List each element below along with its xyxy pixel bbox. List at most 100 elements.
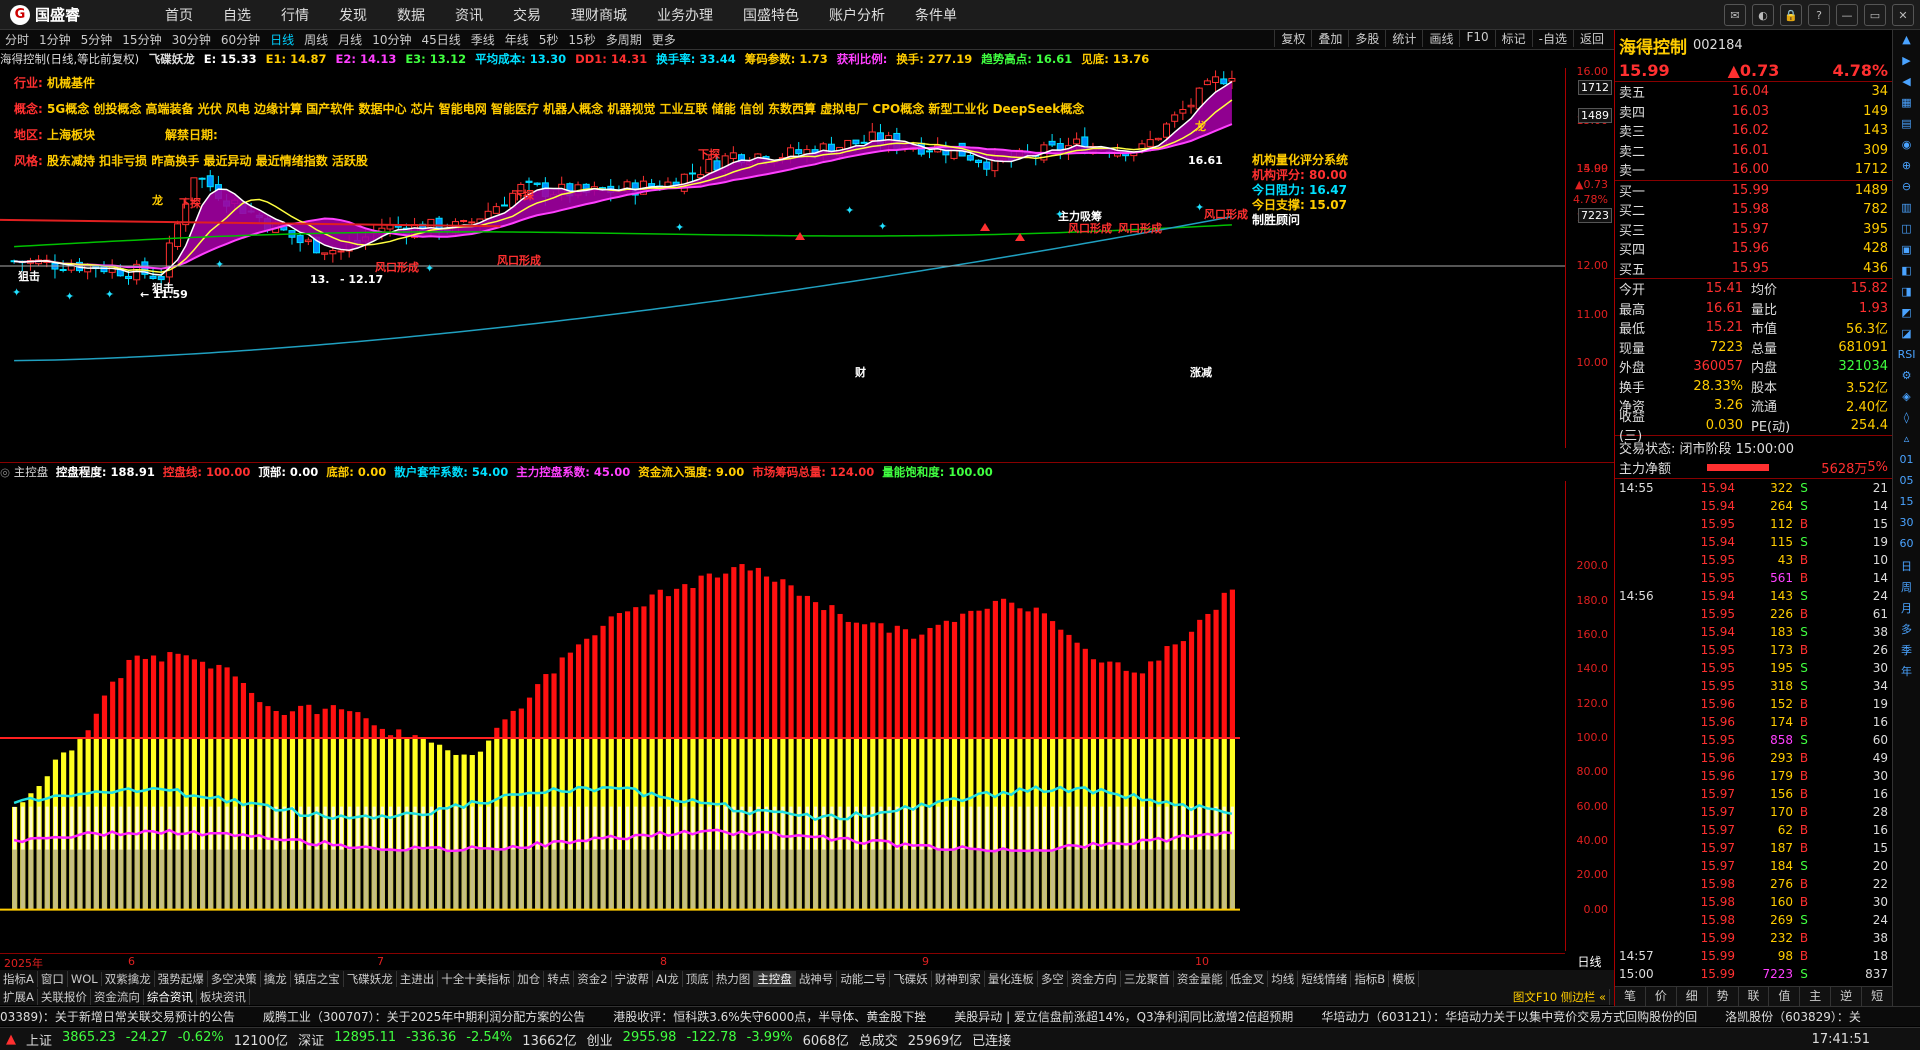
panel-tab[interactable]: 短 <box>1862 987 1894 1006</box>
indicator-tab[interactable]: 多空决策 <box>208 971 261 987</box>
indicator-tab[interactable]: 指标A <box>0 971 38 987</box>
side-tool-icon[interactable]: ▤ <box>1897 117 1917 135</box>
side-tool-icon[interactable]: ◀ <box>1897 75 1917 93</box>
indicator-tab[interactable]: 模板 <box>1389 971 1420 987</box>
side-tool-icon[interactable]: ◈ <box>1897 390 1917 408</box>
news-item[interactable]: 03389)：关于新增日常关联交易预计的公告 <box>0 1008 263 1025</box>
period-tab[interactable]: 周线 <box>299 31 333 48</box>
info-tab[interactable]: 扩展A <box>0 988 38 1005</box>
bid-row[interactable]: 买四 15.96 428 <box>1619 239 1888 259</box>
indicator-tab[interactable]: 多空 <box>1038 971 1068 987</box>
chart-button[interactable]: 标记 <box>1494 30 1532 47</box>
side-tool-icon[interactable]: 05 <box>1897 474 1917 492</box>
indicator-tab[interactable]: 资金2 <box>574 971 612 987</box>
side-tool-icon[interactable]: ▶ <box>1897 54 1917 72</box>
news-item[interactable]: 华培动力（603121）：华培动力关于以集中竞价交易方式回购股份的回 <box>1321 1008 1725 1025</box>
indicator-tab[interactable]: 镇店之宝 <box>291 971 344 987</box>
indicator-tab[interactable]: 三龙聚首 <box>1121 971 1174 987</box>
tick-list[interactable]: 14:55 15.94 322 S 21 15.94 264 S 14 15.95 112 B 15 15… <box>1615 479 1892 983</box>
indicator-tab[interactable]: 资金方向 <box>1068 971 1121 987</box>
help-icon[interactable]: ? <box>1808 4 1830 26</box>
period-tab[interactable]: 10分钟 <box>367 31 416 48</box>
period-tab[interactable]: 45日线 <box>416 31 465 48</box>
side-tool-icon[interactable]: 多 <box>1897 621 1917 639</box>
menu-item[interactable]: 首页 <box>150 5 208 25</box>
menu-item[interactable]: 账户分析 <box>814 5 900 25</box>
minimize-icon[interactable]: — <box>1836 4 1858 26</box>
indicator-tab[interactable]: 财神到家 <box>932 971 985 987</box>
period-tab[interactable]: 30分钟 <box>167 31 216 48</box>
chart-button[interactable]: F10 <box>1459 30 1494 47</box>
message-icon[interactable]: ✉ <box>1724 4 1746 26</box>
period-tab[interactable]: 季线 <box>466 31 500 48</box>
menu-item[interactable]: 交易 <box>498 5 556 25</box>
side-tool-icon[interactable]: ◊ <box>1897 411 1917 429</box>
skin-icon[interactable]: ◐ <box>1752 4 1774 26</box>
close-icon[interactable]: ✕ <box>1892 4 1914 26</box>
info-tab[interactable]: 板块资讯 <box>197 988 250 1005</box>
ask-row[interactable]: 卖二 16.01 309 <box>1619 141 1888 161</box>
period-tab[interactable]: 更多 <box>647 31 681 48</box>
side-tool-icon[interactable]: ▣ <box>1897 243 1917 261</box>
indicator-tab[interactable]: 擒龙 <box>261 971 291 987</box>
side-tool-icon[interactable]: ⊕ <box>1897 159 1917 177</box>
indicator-tab[interactable]: 宁波帮 <box>612 971 654 987</box>
side-tool-icon[interactable]: 01 <box>1897 453 1917 471</box>
indicator-tab[interactable]: 窗口 <box>38 971 68 987</box>
indicator-tab[interactable]: 强势起爆 <box>155 971 208 987</box>
period-label[interactable]: 日线 <box>1565 953 1614 969</box>
period-tab[interactable]: 5秒 <box>534 31 564 48</box>
menu-item[interactable]: 资讯 <box>440 5 498 25</box>
period-tab[interactable]: 日线 <box>265 31 299 48</box>
restore-icon[interactable]: ▭ <box>1864 4 1886 26</box>
bid-row[interactable]: 买三 15.97 395 <box>1619 220 1888 240</box>
sidebar-toggle[interactable]: 图文F10 侧边栏 « <box>1510 988 1610 1005</box>
side-tool-icon[interactable]: ▵ <box>1897 432 1917 450</box>
info-tab[interactable]: 资金流向 <box>91 988 144 1005</box>
period-tab[interactable]: 1分钟 <box>34 31 76 48</box>
indicator-tab[interactable]: 低金叉 <box>1227 971 1269 987</box>
ask-row[interactable]: 卖三 16.02 143 <box>1619 121 1888 141</box>
indicator-tab[interactable]: 飞碟妖龙 <box>344 971 397 987</box>
news-item[interactable]: 港股收评：恒科跌3.6%失守6000点，半导体、黄金股下挫 <box>613 1008 954 1025</box>
chart-button[interactable]: 返回 <box>1572 30 1610 47</box>
period-tab[interactable]: 15秒 <box>563 31 600 48</box>
period-tab[interactable]: 多周期 <box>601 31 647 48</box>
ask-row[interactable]: 卖五 16.04 34 <box>1619 82 1888 102</box>
menu-item[interactable]: 自选 <box>208 5 266 25</box>
indicator-tab[interactable]: 动能二号 <box>837 971 891 987</box>
indicator-tab[interactable]: 飞碟妖 <box>890 971 932 987</box>
indicator-tab[interactable]: 均线 <box>1268 971 1299 987</box>
menu-item[interactable]: 数据 <box>382 5 440 25</box>
side-tool-icon[interactable]: 60 <box>1897 537 1917 555</box>
indicator-tab[interactable]: 资金量能 <box>1174 971 1227 987</box>
panel-tab[interactable]: 笔 <box>1615 987 1646 1006</box>
panel-tab[interactable]: 价 <box>1646 987 1677 1006</box>
indicator-tab[interactable]: 短线情绪 <box>1298 971 1352 987</box>
side-tool-icon[interactable]: 日 <box>1897 558 1917 576</box>
side-tool-icon[interactable]: ◨ <box>1897 285 1917 303</box>
chart-button[interactable]: 画线 <box>1422 30 1459 47</box>
side-tool-icon[interactable]: 月 <box>1897 600 1917 618</box>
indicator-tab[interactable]: 主进出 <box>397 971 439 987</box>
side-tool-icon[interactable]: ▲ <box>1897 33 1917 51</box>
panel-tab[interactable]: 逆 <box>1831 987 1863 1006</box>
indicator-tab[interactable]: 双紫擒龙 <box>102 971 155 987</box>
period-tab[interactable]: 60分钟 <box>216 31 265 48</box>
period-tab[interactable]: 分时 <box>0 31 34 48</box>
panel-tab[interactable]: 值 <box>1769 987 1801 1006</box>
side-tool-icon[interactable]: ◉ <box>1897 138 1917 156</box>
side-tool-icon[interactable]: 15 <box>1897 495 1917 513</box>
side-tool-icon[interactable]: 30 <box>1897 516 1917 534</box>
menu-item[interactable]: 理财商城 <box>556 5 642 25</box>
chart-button[interactable]: -自选 <box>1531 30 1573 47</box>
period-tab[interactable]: 5分钟 <box>76 31 118 48</box>
side-tool-icon[interactable]: 周 <box>1897 579 1917 597</box>
indicator-tab[interactable]: 加仓 <box>514 971 545 987</box>
side-tool-icon[interactable]: ◫ <box>1897 222 1917 240</box>
menu-item[interactable]: 业务办理 <box>642 5 728 25</box>
indicator-tab[interactable]: 顶底 <box>683 971 713 987</box>
menu-item[interactable]: 国盛特色 <box>728 5 814 25</box>
indicator-tab[interactable]: 主控盘 <box>754 971 796 987</box>
side-tool-icon[interactable]: RSI <box>1897 348 1917 366</box>
